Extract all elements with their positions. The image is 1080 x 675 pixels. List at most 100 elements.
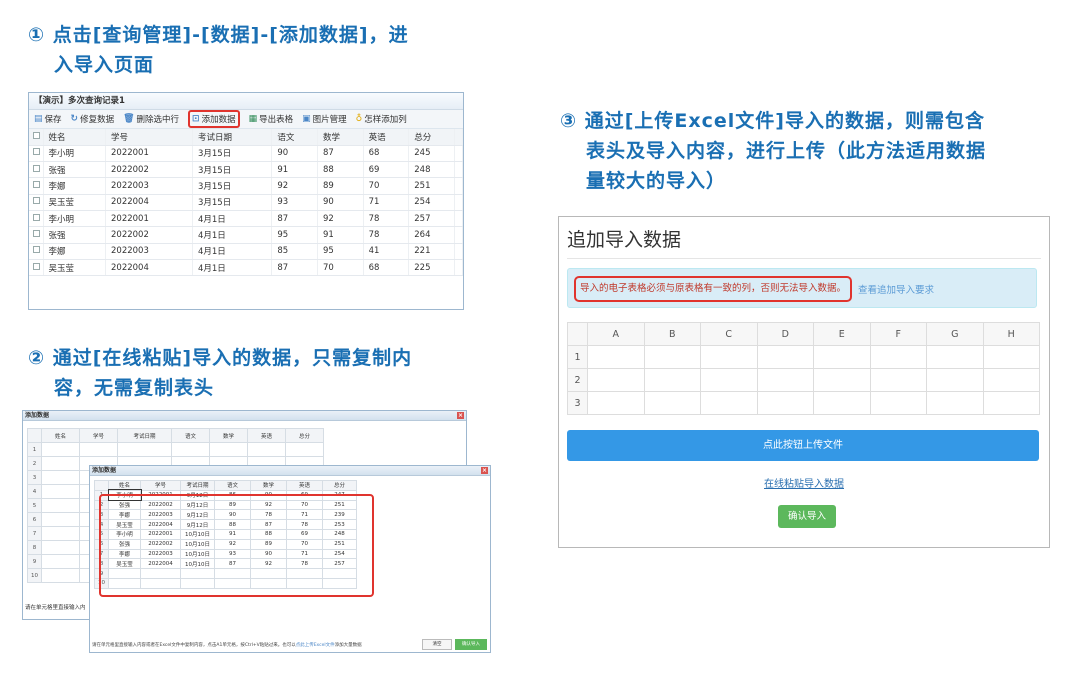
grid-cell[interactable] <box>41 498 80 513</box>
upload-file-button[interactable]: 点此按钮上传文件 <box>567 430 1039 461</box>
grid-cell[interactable] <box>41 470 80 485</box>
close-icon[interactable]: × <box>481 467 488 474</box>
table-row[interactable]: 李娜 2022003 3月15日 92 89 70 251 <box>29 177 463 195</box>
row-checkbox[interactable] <box>29 145 44 163</box>
grid-cell[interactable] <box>700 391 758 415</box>
table-row[interactable]: 张强 2022002 3月15日 91 88 69 248 <box>29 161 463 179</box>
grid-cell[interactable] <box>41 456 80 471</box>
row-checkbox[interactable] <box>29 259 44 277</box>
grid-cell[interactable] <box>587 368 645 392</box>
grid-cell[interactable] <box>41 540 80 555</box>
table-cell: 李娜 <box>43 177 106 195</box>
grid-cell[interactable] <box>41 512 80 527</box>
confirm-import-button[interactable]: 确认导入 <box>455 639 487 650</box>
column-header: 英语 <box>247 428 286 443</box>
row-checkbox[interactable] <box>29 210 44 228</box>
grid-row: 1 <box>27 442 324 457</box>
row-checkbox[interactable] <box>29 194 44 211</box>
grid-cell[interactable] <box>247 442 286 457</box>
upload-excel-link[interactable]: 点此上传Excel文件 <box>296 643 335 648</box>
grid-cell[interactable] <box>869 391 927 415</box>
table-cell: 93 <box>271 194 318 211</box>
table-row[interactable]: 李小明 2022001 3月15日 90 87 68 245 <box>29 145 463 163</box>
grid-cell[interactable] <box>700 368 758 392</box>
grid-cell[interactable] <box>643 391 701 415</box>
delete-selected-button[interactable]: 🗑 删除选中行 <box>123 113 179 125</box>
close-icon[interactable]: × <box>457 412 464 419</box>
grid-cell[interactable] <box>41 484 80 499</box>
grid-cell[interactable] <box>756 368 814 392</box>
grid-cell[interactable] <box>285 442 324 457</box>
row-checkbox[interactable] <box>29 177 44 195</box>
grid-cell[interactable] <box>756 391 814 415</box>
grid-cell[interactable] <box>41 554 80 569</box>
scroll-gutter <box>454 259 463 277</box>
column-header: 考试日期 <box>192 129 273 146</box>
grid-cell[interactable] <box>869 368 927 392</box>
grid-cell[interactable] <box>926 391 984 415</box>
row-checkbox[interactable] <box>29 226 44 244</box>
image-manage-button[interactable]: ▣ 图片管理 <box>302 113 347 125</box>
grid-cell[interactable] <box>869 345 927 369</box>
grid-cell[interactable] <box>117 442 172 457</box>
grid-cell[interactable] <box>813 391 871 415</box>
divider <box>567 258 1041 259</box>
grid-cell[interactable] <box>926 345 984 369</box>
scroll-gutter <box>454 226 463 244</box>
column-header: 学号 <box>105 129 193 146</box>
grid-cell[interactable] <box>926 368 984 392</box>
panel-title: 【演示】多次查询记录1 <box>29 93 463 110</box>
grid-header: ABCDEFGH <box>567 322 1040 346</box>
step-3-line-2: 表头及导入内容，进行上传（此方法适用数据 <box>586 140 987 162</box>
how-to-add-column-button[interactable]: ♁ 怎样添加列 <box>356 113 407 125</box>
grid-cell[interactable] <box>41 442 80 457</box>
grid-cell[interactable] <box>982 368 1040 392</box>
grid-cell[interactable] <box>41 568 80 583</box>
fix-data-button[interactable]: ↻ 修复数据 <box>71 113 115 125</box>
table-cell: 88 <box>317 161 364 179</box>
row-number: 1 <box>27 442 42 457</box>
grid-cell[interactable] <box>643 345 701 369</box>
grid-cell[interactable] <box>587 391 645 415</box>
grid-cell[interactable] <box>79 442 118 457</box>
table-row[interactable]: 吴玉莹 2022004 4月1日 87 70 68 225 <box>29 259 463 277</box>
grid-cell[interactable] <box>813 345 871 369</box>
add-data-button[interactable]: ⊡ 添加数据 <box>188 110 240 128</box>
table-cell: 95 <box>317 243 364 260</box>
grid-row: 1 <box>567 345 1040 369</box>
grid-cell[interactable] <box>813 368 871 392</box>
query-records-panel: 【演示】多次查询记录1 ▤ 保存 ↻ 修复数据 🗑 删除选中行 ⊡ 添加数据 ▦ 导出表格… <box>28 92 464 310</box>
row-checkbox[interactable] <box>29 161 44 179</box>
requirements-link[interactable]: 查看追加导入要求 <box>858 282 934 296</box>
grid-cell[interactable] <box>700 345 758 369</box>
row-number: 4 <box>27 484 42 499</box>
table-cell: 91 <box>317 226 364 244</box>
grid-cell[interactable] <box>643 368 701 392</box>
grid-cell[interactable] <box>756 345 814 369</box>
table-row[interactable]: 张强 2022002 4月1日 95 91 78 264 <box>29 226 463 244</box>
online-paste-link[interactable]: 在线粘贴导入数据 <box>559 475 1049 490</box>
grid-cell[interactable] <box>209 442 248 457</box>
select-all-checkbox[interactable] <box>29 129 44 146</box>
clear-button[interactable]: 清空 <box>422 639 452 650</box>
grid-cell[interactable] <box>982 345 1040 369</box>
column-header: 姓名 <box>43 129 106 146</box>
grid-cell[interactable] <box>587 345 645 369</box>
table-cell: 4月1日 <box>192 210 273 228</box>
table-row[interactable]: 吴玉莹 2022004 3月15日 93 90 71 254 <box>29 194 463 211</box>
save-button[interactable]: ▤ 保存 <box>34 113 62 125</box>
export-table-button[interactable]: ▦ 导出表格 <box>249 113 294 125</box>
grid-cell[interactable] <box>982 391 1040 415</box>
table-row[interactable]: 李娜 2022003 4月1日 85 95 41 221 <box>29 243 463 260</box>
table-row[interactable]: 李小明 2022001 4月1日 87 92 78 257 <box>29 210 463 228</box>
row-checkbox[interactable] <box>29 243 44 260</box>
grid-cell[interactable] <box>171 442 210 457</box>
confirm-import-button[interactable]: 确认导入 <box>778 505 836 528</box>
excel-preview-grid[interactable]: ABCDEFGH123 <box>567 322 1040 415</box>
toolbar: ▤ 保存 ↻ 修复数据 🗑 删除选中行 ⊡ 添加数据 ▦ 导出表格 ▣ 图片管理 ♁ 怎样添加… <box>29 110 463 129</box>
table-cell: 3月15日 <box>192 161 273 179</box>
column-header: 学号 <box>140 480 181 491</box>
table-cell: 张强 <box>43 226 106 244</box>
grid-cell[interactable] <box>41 526 80 541</box>
row-number: 10 <box>27 568 42 583</box>
